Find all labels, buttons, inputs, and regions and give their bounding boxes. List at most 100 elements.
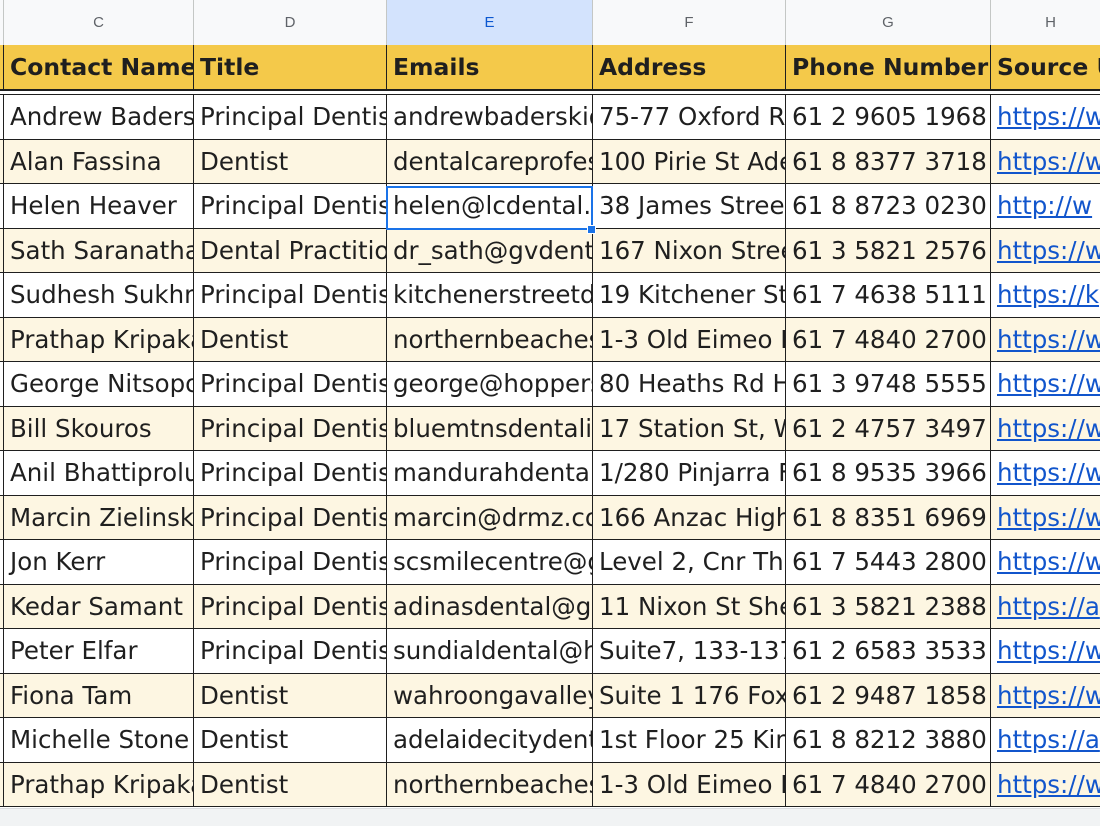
source-url-link[interactable]: http://w	[991, 184, 1100, 228]
table-cell[interactable]: Dental Practitio	[194, 228, 387, 272]
source-url-link[interactable]: https://w	[991, 763, 1100, 807]
table-cell[interactable]: dr_sath@gvdent	[387, 228, 593, 272]
source-url-link[interactable]: https://w	[991, 362, 1100, 406]
table-cell[interactable]: 61 8 8377 3718	[786, 139, 991, 183]
table-cell[interactable]: scsmilecentre@g	[387, 540, 593, 584]
source-url-link[interactable]: https://w	[991, 496, 1100, 540]
table-cell[interactable]: Principal Dentis	[194, 451, 387, 495]
source-url-link[interactable]: https://w	[991, 95, 1100, 139]
source-url-link[interactable]: https://a	[991, 585, 1100, 629]
table-cell[interactable]: Prathap Kripaka	[4, 317, 194, 361]
table-cell[interactable]: 38 James Street	[593, 184, 786, 228]
column-header-c[interactable]: C	[4, 0, 194, 45]
table-cell[interactable]: 167 Nixon Stree	[593, 228, 786, 272]
table-cell[interactable]: Principal Dentis	[194, 273, 387, 317]
header-cell[interactable]: Emails	[387, 45, 593, 89]
table-cell[interactable]: Marcin Zielinsk	[4, 495, 194, 539]
table-cell[interactable]: Principal Dentis	[194, 495, 387, 539]
table-cell[interactable]: 75-77 Oxford Ro	[593, 95, 786, 139]
table-cell[interactable]: 19 Kitchener St	[593, 273, 786, 317]
table-cell[interactable]: Andrew Baders	[4, 95, 194, 139]
table-cell[interactable]: helen@lcdental.	[387, 184, 593, 228]
table-cell[interactable]: Suite 1 176 Fox	[593, 673, 786, 717]
source-url-link[interactable]: https://w	[991, 140, 1100, 184]
table-cell[interactable]: 166 Anzac High	[593, 495, 786, 539]
table-cell[interactable]: 61 8 8351 6969	[786, 495, 991, 539]
table-cell[interactable]: northernbeaches	[387, 762, 593, 806]
table-cell[interactable]: Anil Bhattiprolu	[4, 451, 194, 495]
table-cell[interactable]: Dentist	[194, 762, 387, 806]
horizontal-scrollbar-area[interactable]	[0, 808, 1100, 826]
header-cell[interactable]: Address	[593, 45, 786, 89]
table-cell[interactable]: 61 8 8723 0230	[786, 184, 991, 228]
table-cell[interactable]: Principal Dentis	[194, 584, 387, 628]
table-cell[interactable]: 100 Pirie St Ade	[593, 139, 786, 183]
table-cell[interactable]: Principal Dentis	[194, 362, 387, 406]
table-cell[interactable]: Level 2, Cnr The	[593, 540, 786, 584]
table-cell[interactable]: Jon Kerr	[4, 540, 194, 584]
table-cell[interactable]: 61 3 5821 2576	[786, 228, 991, 272]
source-url-link[interactable]: https://w	[991, 540, 1100, 584]
source-url-link[interactable]: https://w	[991, 229, 1100, 273]
column-header-e[interactable]: E	[387, 0, 593, 45]
table-cell[interactable]: kitchenerstreetd	[387, 273, 593, 317]
table-cell[interactable]: Helen Heaver	[4, 184, 194, 228]
table-cell[interactable]: Kedar Samant	[4, 584, 194, 628]
table-cell[interactable]: George Nitsopo	[4, 362, 194, 406]
table-cell[interactable]: Dentist	[194, 673, 387, 717]
column-header-g[interactable]: G	[786, 0, 991, 45]
table-cell[interactable]: Fiona Tam	[4, 673, 194, 717]
table-cell[interactable]: Principal Dentis	[194, 629, 387, 673]
table-cell[interactable]: Bill Skouros	[4, 406, 194, 450]
table-cell[interactable]: 61 2 4757 3497	[786, 406, 991, 450]
table-cell[interactable]: 1-3 Old Eimeo F	[593, 762, 786, 806]
table-cell[interactable]: george@hoppers	[387, 362, 593, 406]
table-cell[interactable]: dentalcareprofes	[387, 139, 593, 183]
header-cell[interactable]: Source U	[991, 45, 1100, 89]
source-url-link[interactable]: https://w	[991, 629, 1100, 673]
table-cell[interactable]: 1/280 Pinjarra F	[593, 451, 786, 495]
table-cell[interactable]: sundialdental@h	[387, 629, 593, 673]
table-cell[interactable]: 61 3 9748 5555	[786, 362, 991, 406]
table-cell[interactable]: mandurahdental	[387, 451, 593, 495]
table-cell[interactable]: 61 2 6583 3533	[786, 629, 991, 673]
table-cell[interactable]: Principal Dentis	[194, 184, 387, 228]
table-cell[interactable]: Principal Dentis	[194, 406, 387, 450]
table-cell[interactable]: marcin@drmz.co	[387, 495, 593, 539]
table-cell[interactable]: 61 7 5443 2800	[786, 540, 991, 584]
table-cell[interactable]: 61 2 9487 1858	[786, 673, 991, 717]
table-cell[interactable]: northernbeaches	[387, 317, 593, 361]
source-url-link[interactable]: https://w	[991, 407, 1100, 451]
fill-handle[interactable]	[587, 225, 596, 234]
table-cell[interactable]: Alan Fassina	[4, 139, 194, 183]
table-cell[interactable]: Sudhesh Sukhn	[4, 273, 194, 317]
header-cell[interactable]: Title	[194, 45, 387, 89]
table-cell[interactable]: Principal Dentis	[194, 95, 387, 139]
table-cell[interactable]: Principal Dentis	[194, 540, 387, 584]
header-cell[interactable]: Phone Number	[786, 45, 991, 89]
table-cell[interactable]: 61 8 8212 3880	[786, 718, 991, 762]
table-cell[interactable]: 17 Station St, W	[593, 406, 786, 450]
table-cell[interactable]: 80 Heaths Rd H	[593, 362, 786, 406]
column-header-d[interactable]: D	[194, 0, 387, 45]
table-cell[interactable]: Sath Saranatha	[4, 228, 194, 272]
header-cell[interactable]: Contact Name	[4, 45, 194, 89]
table-cell[interactable]: 61 7 4638 5111	[786, 273, 991, 317]
table-cell[interactable]: 61 8 9535 3966	[786, 451, 991, 495]
table-cell[interactable]: 11 Nixon St She	[593, 584, 786, 628]
table-cell[interactable]: Dentist	[194, 718, 387, 762]
table-cell[interactable]: Michelle Stone	[4, 718, 194, 762]
table-cell[interactable]: adelaidecitydent	[387, 718, 593, 762]
table-cell[interactable]: 61 7 4840 2700	[786, 762, 991, 806]
table-cell[interactable]: Peter Elfar	[4, 629, 194, 673]
table-cell[interactable]: 61 3 5821 2388	[786, 584, 991, 628]
table-cell[interactable]: Prathap Kripaka	[4, 762, 194, 806]
table-cell[interactable]: Dentist	[194, 317, 387, 361]
source-url-link[interactable]: https://w	[991, 318, 1100, 362]
column-header-h[interactable]: H	[991, 0, 1100, 45]
table-cell[interactable]: 1st Floor 25 Kin	[593, 718, 786, 762]
table-cell[interactable]: 61 2 9605 1968	[786, 95, 991, 139]
table-cell[interactable]: wahroongavalley	[387, 673, 593, 717]
source-url-link[interactable]: https://w	[991, 674, 1100, 718]
table-cell[interactable]: andrewbaderskid	[387, 95, 593, 139]
